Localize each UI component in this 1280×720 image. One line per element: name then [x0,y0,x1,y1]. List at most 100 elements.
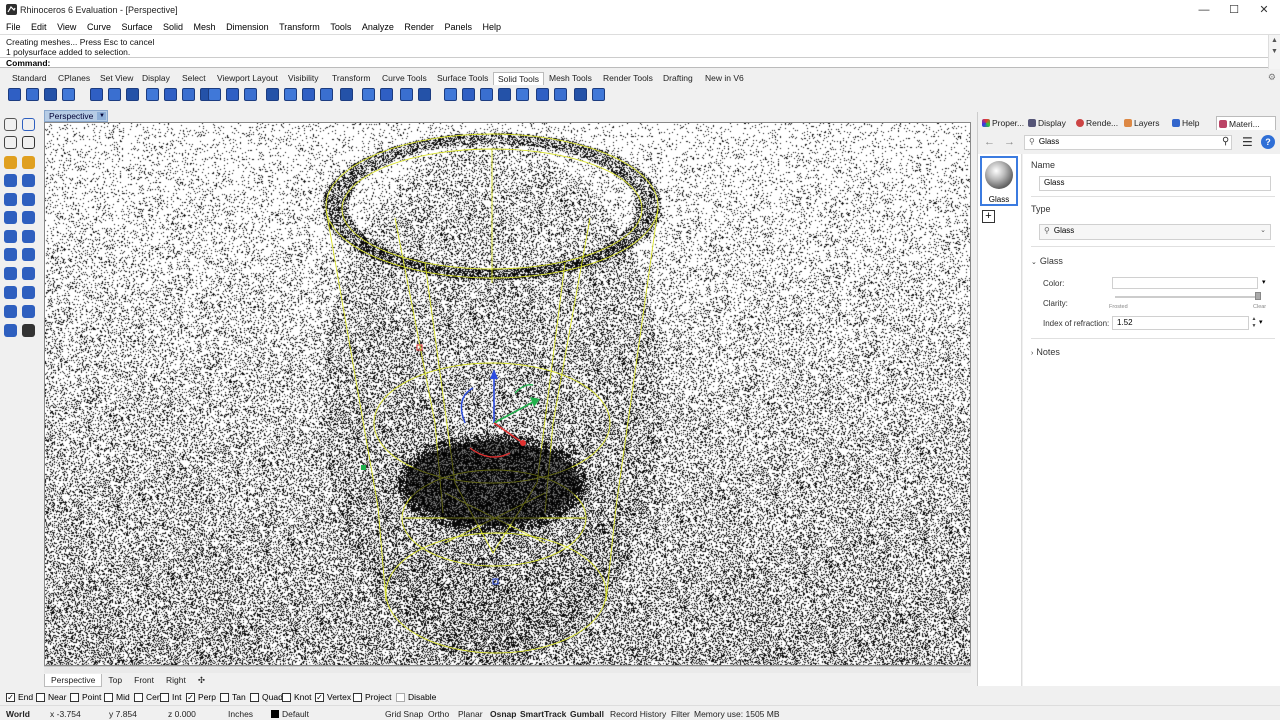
menu-curve[interactable]: Curve [83,20,115,34]
material-type-select[interactable]: ⚲ Glass ⌄ [1039,224,1271,240]
solid-tool-icon[interactable] [164,88,177,101]
osnap-point[interactable]: Point [70,692,101,703]
osnap-checkbox[interactable] [353,693,362,702]
tool-icon[interactable] [22,248,35,261]
search-icon[interactable]: ⚲ [1222,136,1229,147]
tool-icon[interactable] [4,230,17,243]
solid-tool-icon[interactable] [320,88,333,101]
solid-tool-icon[interactable] [554,88,567,101]
osnap-cen[interactable]: Cen [134,692,162,703]
osnap-checkbox[interactable]: ✓ [315,693,324,702]
tool-icon[interactable] [22,118,35,131]
scroll-up-icon[interactable]: ▲ [1269,35,1280,46]
solid-tool-icon[interactable] [498,88,511,101]
record-history-toggle[interactable]: Record History [610,709,666,719]
solid-tool-icon[interactable] [44,88,57,101]
tab-display[interactable]: Display [142,72,170,85]
solid-tool-icon[interactable] [90,88,103,101]
menu-file[interactable]: File [2,20,25,34]
add-material-button[interactable]: + [982,210,995,223]
tab-cplanes[interactable]: CPlanes [58,72,90,85]
tab-viewport-layout[interactable]: Viewport Layout [217,72,278,85]
osnap-int[interactable]: Int [160,692,181,703]
glass-section-header[interactable]: ⌄ Glass [1031,256,1063,266]
osnap-checkbox[interactable] [396,693,405,702]
panel-tab-rendering[interactable]: Rende... [1074,116,1118,130]
tool-icon[interactable] [22,136,35,149]
solid-tool-icon[interactable] [126,88,139,101]
menu-analyze[interactable]: Analyze [358,20,398,34]
tool-icon[interactable] [4,193,17,206]
panel-tab-materials[interactable]: Materi... [1216,116,1276,130]
tool-icon[interactable] [22,211,35,224]
osnap-end[interactable]: ✓ End [6,692,33,703]
perspective-viewport[interactable] [44,122,971,666]
color-dropdown-icon[interactable]: ▾ [1262,278,1266,286]
panel-tab-layers[interactable]: Layers [1122,116,1160,130]
solid-tool-icon[interactable] [340,88,353,101]
material-thumbnail-glass[interactable]: Glass [980,156,1018,206]
tab-transform[interactable]: Transform [332,72,370,85]
command-scrollbar[interactable]: ▲ ▼ [1268,35,1280,69]
color-swatch[interactable] [1112,277,1258,289]
minimize-button[interactable]: — [1188,0,1220,20]
menu-edit[interactable]: Edit [27,20,51,34]
units-indicator[interactable]: Inches [228,709,253,719]
solid-tool-icon[interactable] [516,88,529,101]
tool-icon[interactable] [4,286,17,299]
menu-icon[interactable]: ☰ [1242,135,1253,149]
gear-icon[interactable]: ⚙ [1268,72,1276,83]
osnap-checkbox[interactable]: ✓ [6,693,15,702]
back-arrow-icon[interactable]: ← [984,136,995,148]
osnap-quad[interactable]: Quad [250,692,283,703]
grid-snap-toggle[interactable]: Grid Snap [385,709,423,719]
osnap-knot[interactable]: Knot [282,692,312,703]
forward-arrow-icon[interactable]: → [1004,136,1015,148]
solid-tool-icon[interactable] [400,88,413,101]
command-input[interactable]: Command: [0,57,1268,68]
osnap-mid[interactable]: Mid [104,692,130,703]
tool-icon[interactable] [4,118,17,131]
tab-surface-tools[interactable]: Surface Tools [437,72,488,85]
osnap-checkbox[interactable] [160,693,169,702]
panel-tab-display[interactable]: Display [1026,116,1066,130]
osnap-checkbox[interactable] [134,693,143,702]
menu-view[interactable]: View [53,20,80,34]
solid-tool-icon[interactable] [462,88,475,101]
menu-panels[interactable]: Panels [440,20,476,34]
tool-icon[interactable] [4,324,17,337]
tool-icon[interactable] [22,305,35,318]
panel-tab-help[interactable]: Help [1170,116,1199,130]
ior-stepper[interactable]: ▲ ▼ [1250,316,1258,330]
planar-toggle[interactable]: Planar [458,709,483,719]
menu-render[interactable]: Render [400,20,438,34]
tab-drafting[interactable]: Drafting [663,72,693,85]
solid-tool-icon[interactable] [146,88,159,101]
tab-solid-tools[interactable]: Solid Tools [493,72,544,85]
tab-select[interactable]: Select [182,72,206,85]
ior-field[interactable]: 1.52 [1112,316,1249,330]
current-layer[interactable]: Default [282,709,309,719]
solid-tool-icon[interactable] [26,88,39,101]
tool-icon[interactable] [22,324,35,337]
solid-tool-icon[interactable] [536,88,549,101]
close-button[interactable]: ✕ [1248,0,1280,20]
cplane-indicator[interactable]: World [6,709,30,719]
ior-dropdown-icon[interactable]: ▾ [1259,318,1263,326]
viewport-scrollbar[interactable] [44,666,971,673]
ortho-toggle[interactable]: Ortho [428,709,449,719]
tool-icon[interactable] [4,305,17,318]
tool-icon[interactable] [4,211,17,224]
solid-tool-icon[interactable] [592,88,605,101]
clarity-slider-thumb[interactable] [1255,292,1261,300]
tool-icon[interactable] [22,267,35,280]
osnap-checkbox[interactable] [282,693,291,702]
solid-tool-icon[interactable] [574,88,587,101]
solid-tool-icon[interactable] [266,88,279,101]
tab-curve-tools[interactable]: Curve Tools [382,72,427,85]
material-search-input[interactable]: ⚲ Glass [1024,135,1232,150]
menu-tools[interactable]: Tools [326,20,355,34]
solid-tool-icon[interactable] [62,88,75,101]
osnap-near[interactable]: Near [36,692,66,703]
viewport-menu-icon[interactable]: ▼ [97,112,107,120]
